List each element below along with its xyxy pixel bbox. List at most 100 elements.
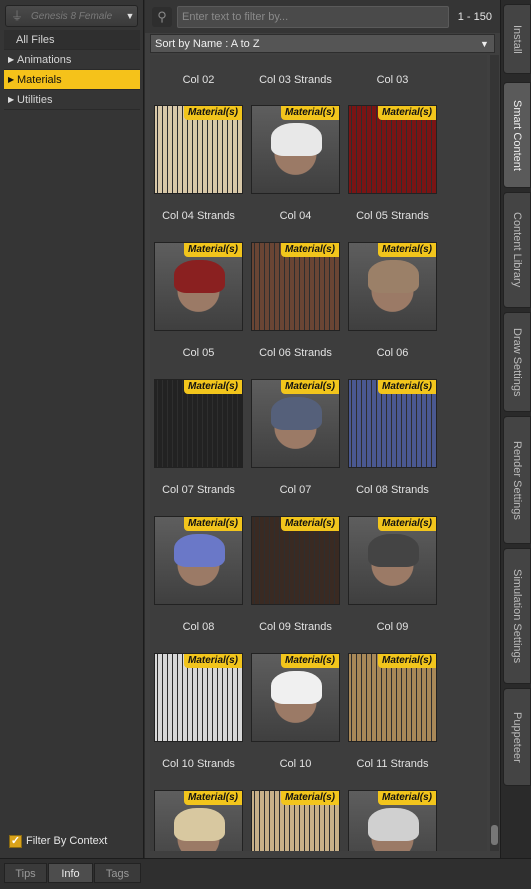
- material-badge: Material(s): [377, 791, 436, 805]
- asset-label[interactable]: Col 04 Strands: [150, 210, 247, 222]
- asset-tile[interactable]: Material(s): [150, 379, 247, 468]
- hair-swatch-thumbnail[interactable]: Material(s): [154, 379, 243, 468]
- checkmark-icon[interactable]: ✓: [9, 834, 22, 848]
- hair-preview-thumbnail[interactable]: Material(s): [348, 242, 437, 331]
- asset-tile[interactable]: Material(s): [150, 516, 247, 605]
- tree-item-label: Materials: [17, 73, 62, 86]
- filter-by-context-checkbox[interactable]: ✓ Filter By Context: [9, 833, 107, 849]
- expand-arrow-icon[interactable]: ▶: [8, 90, 17, 110]
- tree-item-animations[interactable]: ▶ Animations: [4, 50, 140, 70]
- tab-label: Install: [511, 24, 523, 54]
- asset-tile[interactable]: Material(s): [247, 242, 344, 331]
- asset-label[interactable]: Col 04: [247, 210, 344, 222]
- thumb-row: Material(s) Material(s) Material(s): [150, 379, 487, 468]
- material-badge: Material(s): [183, 791, 242, 805]
- side-tab-bar: Install Smart Content Content Library Draw …: [500, 0, 531, 858]
- asset-tile[interactable]: Material(s): [150, 790, 247, 851]
- tab-content-library[interactable]: Content Library: [503, 192, 531, 308]
- tree-item-utilities[interactable]: ▶ Utilities: [4, 90, 140, 110]
- tab-tags[interactable]: Tags: [94, 863, 141, 883]
- tab-install[interactable]: Install: [503, 4, 531, 74]
- material-badge: Material(s): [280, 380, 339, 394]
- asset-tile[interactable]: Material(s): [247, 516, 344, 605]
- tab-simulation-settings[interactable]: Simulation Settings: [503, 548, 531, 684]
- expand-arrow-icon[interactable]: ▶: [8, 50, 17, 70]
- asset-tile[interactable]: Material(s): [247, 379, 344, 468]
- material-badge: Material(s): [377, 106, 436, 120]
- asset-tile[interactable]: Material(s): [150, 653, 247, 742]
- hair-preview-thumbnail[interactable]: Material(s): [348, 516, 437, 605]
- sort-dropdown[interactable]: Sort by Name : A to Z ▼: [150, 34, 495, 53]
- scrollbar-thumb[interactable]: [491, 825, 498, 845]
- material-badge: Material(s): [280, 517, 339, 531]
- tab-render-settings[interactable]: Render Settings: [503, 416, 531, 544]
- asset-tile[interactable]: Material(s): [150, 242, 247, 331]
- asset-label[interactable]: Col 09: [344, 621, 441, 633]
- asset-label[interactable]: Col 03: [344, 74, 441, 86]
- hair-shape: [368, 808, 419, 842]
- filter-icon: ⏚: [11, 9, 24, 23]
- asset-label[interactable]: Col 07 Strands: [150, 484, 247, 496]
- asset-label[interactable]: Col 07: [247, 484, 344, 496]
- label-row: Col 08 Col 09 Strands Col 09: [150, 601, 487, 653]
- asset-label[interactable]: Col 09 Strands: [247, 621, 344, 633]
- material-badge: Material(s): [377, 654, 436, 668]
- asset-label[interactable]: Col 06 Strands: [247, 347, 344, 359]
- hair-swatch-thumbnail[interactable]: Material(s): [348, 379, 437, 468]
- asset-label[interactable]: Col 08 Strands: [344, 484, 441, 496]
- tree-item-all-files[interactable]: All Files: [4, 30, 140, 50]
- asset-label[interactable]: Col 05 Strands: [344, 210, 441, 222]
- hair-shape: [368, 260, 419, 294]
- search-bar: ⚲ 1 - 150: [145, 0, 500, 33]
- asset-label[interactable]: Col 02: [150, 74, 247, 86]
- thumb-row: Material(s) Material(s) Material(s): [150, 242, 487, 331]
- hair-swatch-thumbnail[interactable]: Material(s): [251, 790, 340, 851]
- asset-tile[interactable]: Material(s): [344, 379, 441, 468]
- search-input[interactable]: [177, 6, 449, 28]
- expand-arrow-icon[interactable]: ▶: [8, 70, 17, 90]
- tree-item-materials[interactable]: ▶ Materials: [4, 70, 140, 90]
- asset-tile[interactable]: Material(s): [247, 653, 344, 742]
- hair-swatch-thumbnail[interactable]: Material(s): [348, 653, 437, 742]
- hair-preview-thumbnail[interactable]: Material(s): [154, 242, 243, 331]
- tab-info[interactable]: Info: [48, 863, 93, 883]
- asset-label[interactable]: Col 08: [150, 621, 247, 633]
- hair-preview-thumbnail[interactable]: Material(s): [154, 790, 243, 851]
- asset-label[interactable]: Col 10: [247, 758, 344, 770]
- asset-label[interactable]: Col 06: [344, 347, 441, 359]
- asset-label[interactable]: Col 10 Strands: [150, 758, 247, 770]
- search-icon[interactable]: ⚲: [152, 7, 172, 27]
- hair-swatch-thumbnail[interactable]: Material(s): [154, 653, 243, 742]
- material-badge: Material(s): [377, 517, 436, 531]
- asset-tile[interactable]: Material(s): [344, 653, 441, 742]
- asset-tile[interactable]: Material(s): [150, 105, 247, 194]
- hair-preview-thumbnail[interactable]: Material(s): [348, 790, 437, 851]
- hair-swatch-thumbnail[interactable]: Material(s): [154, 105, 243, 194]
- hair-swatch-thumbnail[interactable]: Material(s): [251, 516, 340, 605]
- tab-draw-settings[interactable]: Draw Settings: [503, 312, 531, 412]
- asset-tile[interactable]: Material(s): [344, 516, 441, 605]
- material-badge: Material(s): [377, 380, 436, 394]
- hair-preview-thumbnail[interactable]: Material(s): [251, 653, 340, 742]
- asset-grid: Col 02 Col 03 Strands Col 03 Material(s) Mat…: [150, 55, 487, 851]
- asset-tile[interactable]: Material(s): [344, 105, 441, 194]
- tab-tips[interactable]: Tips: [4, 863, 47, 883]
- asset-tile[interactable]: Material(s): [247, 790, 344, 851]
- category-panel: ⏚ Genesis 8 Female ▼ All Files ▶ Animati…: [0, 0, 144, 858]
- asset-label[interactable]: Col 05: [150, 347, 247, 359]
- asset-tile[interactable]: Material(s): [344, 790, 441, 851]
- asset-tile[interactable]: Material(s): [344, 242, 441, 331]
- asset-label[interactable]: Col 11 Strands: [344, 758, 441, 770]
- hair-shape: [174, 808, 225, 842]
- grid-scrollbar[interactable]: [490, 55, 499, 851]
- tab-smart-content[interactable]: Smart Content: [503, 82, 531, 188]
- hair-swatch-thumbnail[interactable]: Material(s): [348, 105, 437, 194]
- tab-puppeteer[interactable]: Puppeteer: [503, 688, 531, 786]
- hair-swatch-thumbnail[interactable]: Material(s): [251, 242, 340, 331]
- figure-filter-dropdown[interactable]: ⏚ Genesis 8 Female ▼: [5, 5, 138, 27]
- asset-tile[interactable]: Material(s): [247, 105, 344, 194]
- hair-preview-thumbnail[interactable]: Material(s): [251, 379, 340, 468]
- hair-preview-thumbnail[interactable]: Material(s): [251, 105, 340, 194]
- hair-preview-thumbnail[interactable]: Material(s): [154, 516, 243, 605]
- asset-label[interactable]: Col 03 Strands: [247, 74, 344, 86]
